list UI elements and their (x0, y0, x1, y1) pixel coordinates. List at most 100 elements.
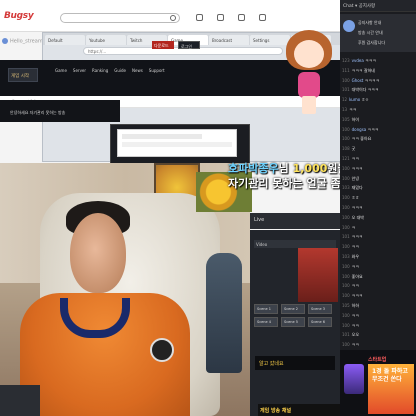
notice-avatar (343, 20, 355, 32)
chat-message-time: 100 (342, 204, 350, 210)
chat-message-text: 오 대박 (351, 214, 364, 220)
chat-message[interactable]: 101 ㅋㅋㅋ (340, 232, 416, 242)
chat-panel: Chat ▾ 공지사항 공지사항 안내 방송 시간 안내 후원 감사합니다 12… (340, 0, 416, 416)
scene-button[interactable]: Scene 6 (308, 317, 332, 327)
chat-message-text: ㅋㅋㅋ 잘하네 (351, 67, 375, 73)
game-nav-item[interactable]: Server (73, 68, 86, 73)
chat-message[interactable]: 100 ㅋ (340, 223, 416, 233)
chat-message[interactable]: 105 하하 (340, 301, 416, 311)
chat-message[interactable]: 100 ㅋㅋ (340, 321, 416, 331)
game-nav-item[interactable]: Guide (114, 68, 126, 73)
chat-message[interactable]: 100 좋아요 (340, 272, 416, 282)
browser-tab[interactable]: Default (45, 35, 85, 45)
notice-bar: 안녕하세요 자기관리 못하는 방송 (0, 100, 120, 122)
chat-message[interactable]: 101 대박이다 ㅋㅋㅋ (340, 85, 416, 95)
chat-username[interactable]: vvdea (352, 58, 365, 63)
chat-message[interactable]: 100 Ghost ㅋㅋㅋㅋ (340, 76, 416, 86)
chat-ad[interactable]: 스타트업 1경 돌 파하고 무조건 쏜다 (340, 350, 416, 416)
chat-message-text: 하이 (351, 116, 360, 122)
chat-message[interactable]: 12 kumo ㅎㅇ (340, 95, 416, 105)
chat-message[interactable]: 100 dongsa ㅋㅋㅋ (340, 125, 416, 135)
popup-content (117, 129, 237, 157)
tv-icon[interactable] (217, 14, 224, 21)
chat-message[interactable]: 100 ㅋㅋㅋ (340, 291, 416, 301)
chat-message[interactable]: 100 ㅋㅋㅋ (340, 164, 416, 174)
player-tab[interactable]: Video (254, 240, 336, 248)
search-icon[interactable] (170, 15, 176, 21)
chat-message-time: 100 (342, 77, 350, 83)
chat-message[interactable]: 100 ㅋㅋ (340, 340, 416, 350)
chat-message-text: ㅎㅇ (361, 97, 369, 103)
chat-username[interactable]: kumo (349, 97, 361, 102)
chat-message[interactable]: 100 ㅋㅋ 좋아요 (340, 134, 416, 144)
game-start-button[interactable]: 게임 시작 (8, 68, 38, 82)
player-header: Live (250, 213, 340, 229)
chat-message[interactable]: 100 ㅋㅋ (340, 262, 416, 272)
chat-message-time: 100 (342, 214, 350, 220)
chat-message[interactable]: 103 와우 (340, 252, 416, 262)
scene-button[interactable]: Scene 2 (281, 304, 305, 314)
streamer-face (70, 213, 126, 293)
chat-message[interactable]: 105 하이 (340, 115, 416, 125)
chat-message[interactable]: 100 ㅋㅋㅋ (340, 203, 416, 213)
chat-message[interactable]: 111 ㅋㅋㅋ 잘하네 (340, 66, 416, 76)
chat-username[interactable]: Ghost (352, 78, 365, 83)
chat-message[interactable]: 100 안녕 (340, 174, 416, 184)
chat-message[interactable]: 100 ㅋㅋ (340, 311, 416, 321)
chat-message-text: ㅋㅋㅋ (367, 126, 379, 132)
chat-message-list[interactable]: 123 vvdea ㅋㅋㅋ 111 ㅋㅋㅋ 잘하네 100 Ghost ㅋㅋㅋㅋ 101 대박… (340, 56, 416, 362)
browser-tab[interactable]: Youtube (86, 35, 126, 45)
chat-message-text: ㅋ (351, 224, 356, 230)
chat-username[interactable]: dongsa (352, 127, 368, 132)
chat-message[interactable]: 101 오오 (340, 330, 416, 340)
scene-button[interactable]: Scene 5 (281, 317, 305, 327)
chat-message-text: 좋아요 (351, 273, 363, 279)
chat-message-text: ㅋㅋ (351, 155, 360, 161)
login-button[interactable]: 로그인 (178, 41, 200, 49)
bell-icon[interactable] (259, 14, 266, 21)
chat-message-time: 12 (342, 97, 348, 103)
game-nav: Game Server Ranking Guide News Support (55, 68, 165, 73)
chat-message[interactable]: 108 굿 (340, 144, 416, 154)
game-nav-item[interactable]: Support (149, 68, 165, 73)
ad-banner[interactable]: 1경 돌 파하고 무조건 쏜다 (368, 364, 414, 414)
scene-button[interactable]: Scene 1 (254, 304, 278, 314)
chat-message-text: ㅋㅋㅋ (351, 165, 363, 171)
chat-message-text: ㅋㅋㅋ (365, 58, 377, 63)
scene-button[interactable]: Scene 3 (308, 304, 332, 314)
chat-message[interactable]: 123 vvdea ㅋㅋㅋ (340, 56, 416, 66)
chat-message[interactable]: 121 ㅋㅋ (340, 154, 416, 164)
scene-buttons: Scene 1 Scene 2 Scene 3 Scene 4 Scene 5 … (254, 304, 332, 327)
chat-message-time: 108 (342, 146, 350, 152)
chat-header[interactable]: Chat ▾ 공지사항 (340, 0, 416, 12)
game-nav-item[interactable]: News (132, 68, 143, 73)
avatar (2, 38, 8, 44)
chat-message-time: 100 (342, 224, 350, 230)
chat-message-time: 100 (342, 283, 350, 289)
donation-line-1: 호파박종우님 1,000원을 기부해 주셨습니다. (228, 162, 340, 175)
chat-message[interactable]: 100 ㅋㅋ (340, 281, 416, 291)
download-button[interactable]: 다운로드 (152, 41, 174, 49)
chat-message-time: 100 (342, 244, 350, 250)
chat-message-time: 100 (342, 342, 350, 348)
browser-tab[interactable]: Broadcast (209, 35, 249, 45)
chat-message[interactable]: 103 재밌다 (340, 183, 416, 193)
video-player-panel: Video Scene 1 Scene 2 Scene 3 Scene 4 Sc… (250, 230, 340, 416)
star-icon[interactable] (238, 14, 245, 21)
chat-message-time: 123 (342, 58, 350, 63)
game-nav-item[interactable]: Game (55, 68, 67, 73)
app-logo[interactable]: Bugsy (4, 11, 34, 21)
ad-logo-icon (344, 364, 364, 394)
chat-message[interactable]: 13 ㅋㅋ (340, 105, 416, 115)
chat-message-time: 100 (342, 263, 350, 269)
home-icon[interactable] (196, 14, 203, 21)
chat-message[interactable]: 100 ㅋㅋ (340, 242, 416, 252)
chat-message[interactable]: 100 ㅎㅎ (340, 193, 416, 203)
chat-message[interactable]: 100 오 대박 (340, 213, 416, 223)
scene-button[interactable]: Scene 4 (254, 317, 278, 327)
player-video[interactable] (298, 248, 338, 302)
chat-message-time: 100 (342, 322, 350, 328)
search-input[interactable] (60, 13, 180, 23)
chat-message-time: 100 (342, 195, 350, 201)
game-nav-item[interactable]: Ranking (92, 68, 108, 73)
